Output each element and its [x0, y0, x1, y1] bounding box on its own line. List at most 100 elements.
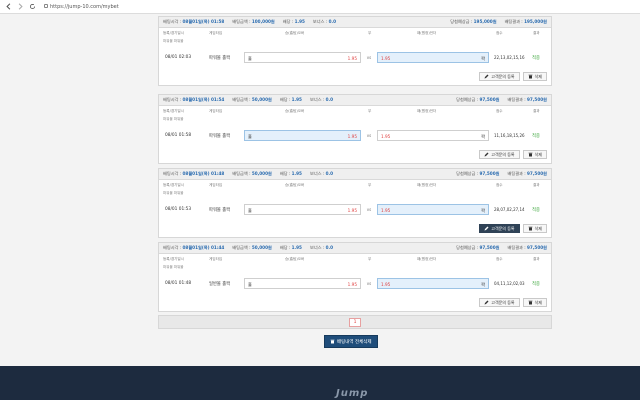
card-header: 배팅시각 : 08월01일(목) 01:48 배팅금액 : 50,000원 배당…: [159, 169, 551, 180]
reload-icon[interactable]: [28, 3, 36, 11]
game-time: 08/01 01:58: [165, 133, 192, 138]
url-text: https://jump-10.com/mybet: [50, 3, 119, 10]
pencil-icon: [484, 226, 489, 231]
pencil-icon: [484, 74, 489, 79]
bet-row: 08/01 01:58 파워볼 홀짝 홀 1.95 vs 1.95 짝 11,16,…: [159, 130, 551, 141]
card-header: 배팅시각 : 08월01일(목) 01:44 배팅금액 : 50,000원 배당…: [159, 243, 551, 254]
game-time: 08/01 01:48: [165, 281, 192, 286]
delete-button[interactable]: 삭제: [522, 298, 547, 307]
card-header: 배팅시각 : 08월01일(목) 01:54 배팅금액 : 50,000원 배당…: [159, 95, 551, 106]
column-header: 등록/경기일시 게임타입 승(홈팀)오버 무 패(원정)언더 점수 결과: [159, 30, 551, 38]
game-type: 파워볼 홀짝: [209, 208, 231, 213]
vs-label: vs: [366, 281, 372, 286]
game-type: 파워볼 홀짝: [209, 56, 231, 61]
result-badge: 적중: [532, 208, 540, 213]
game-category: 파워볼 파워볼: [163, 265, 184, 269]
away-pick[interactable]: 1.95 짝: [377, 130, 489, 141]
away-pick[interactable]: 1.95 짝: [377, 204, 489, 215]
game-category: 파워볼 파워볼: [163, 39, 184, 43]
col-away: 패(원정)언더: [417, 183, 437, 187]
col-result: 결과: [533, 257, 540, 261]
pencil-icon: [484, 300, 489, 305]
post-inquiry-button[interactable]: 고객문의 등록: [479, 224, 520, 233]
vs-label: vs: [366, 55, 372, 60]
col-date: 등록/경기일시: [163, 183, 185, 187]
delete-button[interactable]: 삭제: [522, 224, 547, 233]
home-pick[interactable]: 홀 1.95: [244, 204, 361, 215]
game-score: 04,11,12,02,03: [494, 281, 525, 286]
vs-label: vs: [366, 207, 372, 212]
lock-icon: [44, 4, 48, 8]
page-number-current[interactable]: 1: [349, 318, 361, 327]
bet-row: 08/01 01:48 일반볼 홀짝 홀 1.95 vs 1.95 짝 04,11,…: [159, 278, 551, 289]
game-time: 08/01 02:03: [165, 55, 192, 60]
result-badge: 적중: [532, 56, 540, 61]
col-draw: 무: [368, 31, 372, 35]
card-header: 배팅시각 : 08월01일(목) 01:58 배팅금액 : 100,000원 배…: [159, 17, 551, 28]
post-inquiry-button[interactable]: 고객문의 등록: [479, 150, 520, 159]
delete-all-button[interactable]: 배팅내역 전체삭제: [324, 335, 378, 348]
expected-payout: 당첨예상금 : 195,000원: [450, 19, 497, 24]
col-away: 패(원정)언더: [417, 257, 437, 261]
bet-card: 배팅시각 : 08월01일(목) 01:48 배팅금액 : 50,000원 배당…: [158, 168, 552, 238]
col-result: 결과: [533, 109, 540, 113]
result-badge: 적중: [532, 282, 540, 287]
bet-time: 배팅시각 : 08월01일(목) 01:44: [163, 245, 225, 250]
game-score: 22,13,02,15,16: [494, 55, 525, 60]
bet-bonus: 보너스 : 0.0: [309, 97, 334, 102]
col-date: 등록/경기일시: [163, 109, 185, 113]
trash-icon: [528, 226, 533, 231]
delete-button[interactable]: 삭제: [522, 150, 547, 159]
col-date: 등록/경기일시: [163, 257, 185, 261]
bet-odds: 배당 : 1.95: [279, 171, 302, 176]
footer-logo: Jump: [336, 388, 369, 399]
delete-button[interactable]: 삭제: [522, 72, 547, 81]
vs-label: vs: [366, 133, 372, 138]
home-pick[interactable]: 홀 1.95: [244, 52, 361, 63]
pagination: 1: [158, 315, 552, 329]
url-field[interactable]: https://jump-10.com/mybet: [44, 4, 119, 10]
site-footer: Jump: [0, 366, 640, 400]
expected-payout: 당첨예상금 : 97,500원: [456, 97, 500, 102]
col-home: 승(홈팀)오버: [285, 183, 305, 187]
bet-amount: 배팅금액 : 100,000원: [232, 19, 275, 24]
back-arrow-icon[interactable]: [4, 3, 12, 11]
game-category: 파워볼 파워볼: [163, 191, 184, 195]
trash-icon: [528, 300, 533, 305]
bet-card: 배팅시각 : 08월01일(목) 01:44 배팅금액 : 50,000원 배당…: [158, 242, 552, 312]
col-score: 점수: [496, 31, 503, 35]
bet-odds: 배당 : 1.95: [282, 19, 305, 24]
trash-icon: [528, 74, 533, 79]
col-home: 승(홈팀)오버: [285, 31, 305, 35]
expected-payout: 당첨예상금 : 97,500원: [456, 171, 500, 176]
bet-card: 배팅시각 : 08월01일(목) 01:58 배팅금액 : 100,000원 배…: [158, 16, 552, 86]
column-header: 등록/경기일시 게임타입 승(홈팀)오버 무 패(원정)언더 점수 결과: [159, 256, 551, 264]
column-header: 등록/경기일시 게임타입 승(홈팀)오버 무 패(원정)언더 점수 결과: [159, 108, 551, 116]
col-home: 승(홈팀)오버: [285, 257, 305, 261]
forward-arrow-icon[interactable]: [16, 3, 24, 11]
away-pick[interactable]: 1.95 짝: [377, 52, 489, 63]
bet-time: 배팅시각 : 08월01일(목) 01:58: [163, 19, 225, 24]
col-game: 게임타입: [209, 109, 223, 113]
bet-odds: 배당 : 1.95: [279, 245, 302, 250]
col-home: 승(홈팀)오버: [285, 109, 305, 113]
home-pick[interactable]: 홀 1.95: [244, 130, 361, 141]
bet-bonus: 보너스 : 0.0: [309, 245, 334, 250]
bet-row: 08/01 01:53 파워볼 홀짝 홀 1.95 vs 1.95 짝 28,07,…: [159, 204, 551, 215]
bet-row: 08/01 02:03 파워볼 홀짝 홀 1.95 vs 1.95 짝 22,13,…: [159, 52, 551, 63]
pencil-icon: [484, 152, 489, 157]
delete-all-label: 배팅내역 전체삭제: [337, 339, 372, 345]
col-result: 결과: [533, 31, 540, 35]
post-inquiry-button[interactable]: 고객문의 등록: [479, 72, 520, 81]
post-inquiry-button[interactable]: 고객문의 등록: [479, 298, 520, 307]
away-pick[interactable]: 1.95 짝: [377, 278, 489, 289]
col-draw: 무: [368, 109, 372, 113]
game-time: 08/01 01:53: [165, 207, 192, 212]
home-pick[interactable]: 홀 1.95: [244, 278, 361, 289]
col-game: 게임타입: [209, 31, 223, 35]
col-away: 패(원정)언더: [417, 109, 437, 113]
bet-amount: 배팅금액 : 50,000원: [232, 171, 272, 176]
game-type: 일반볼 홀짝: [209, 282, 231, 287]
game-score: 11,16,18,15,26: [494, 133, 525, 138]
col-score: 점수: [496, 109, 503, 113]
